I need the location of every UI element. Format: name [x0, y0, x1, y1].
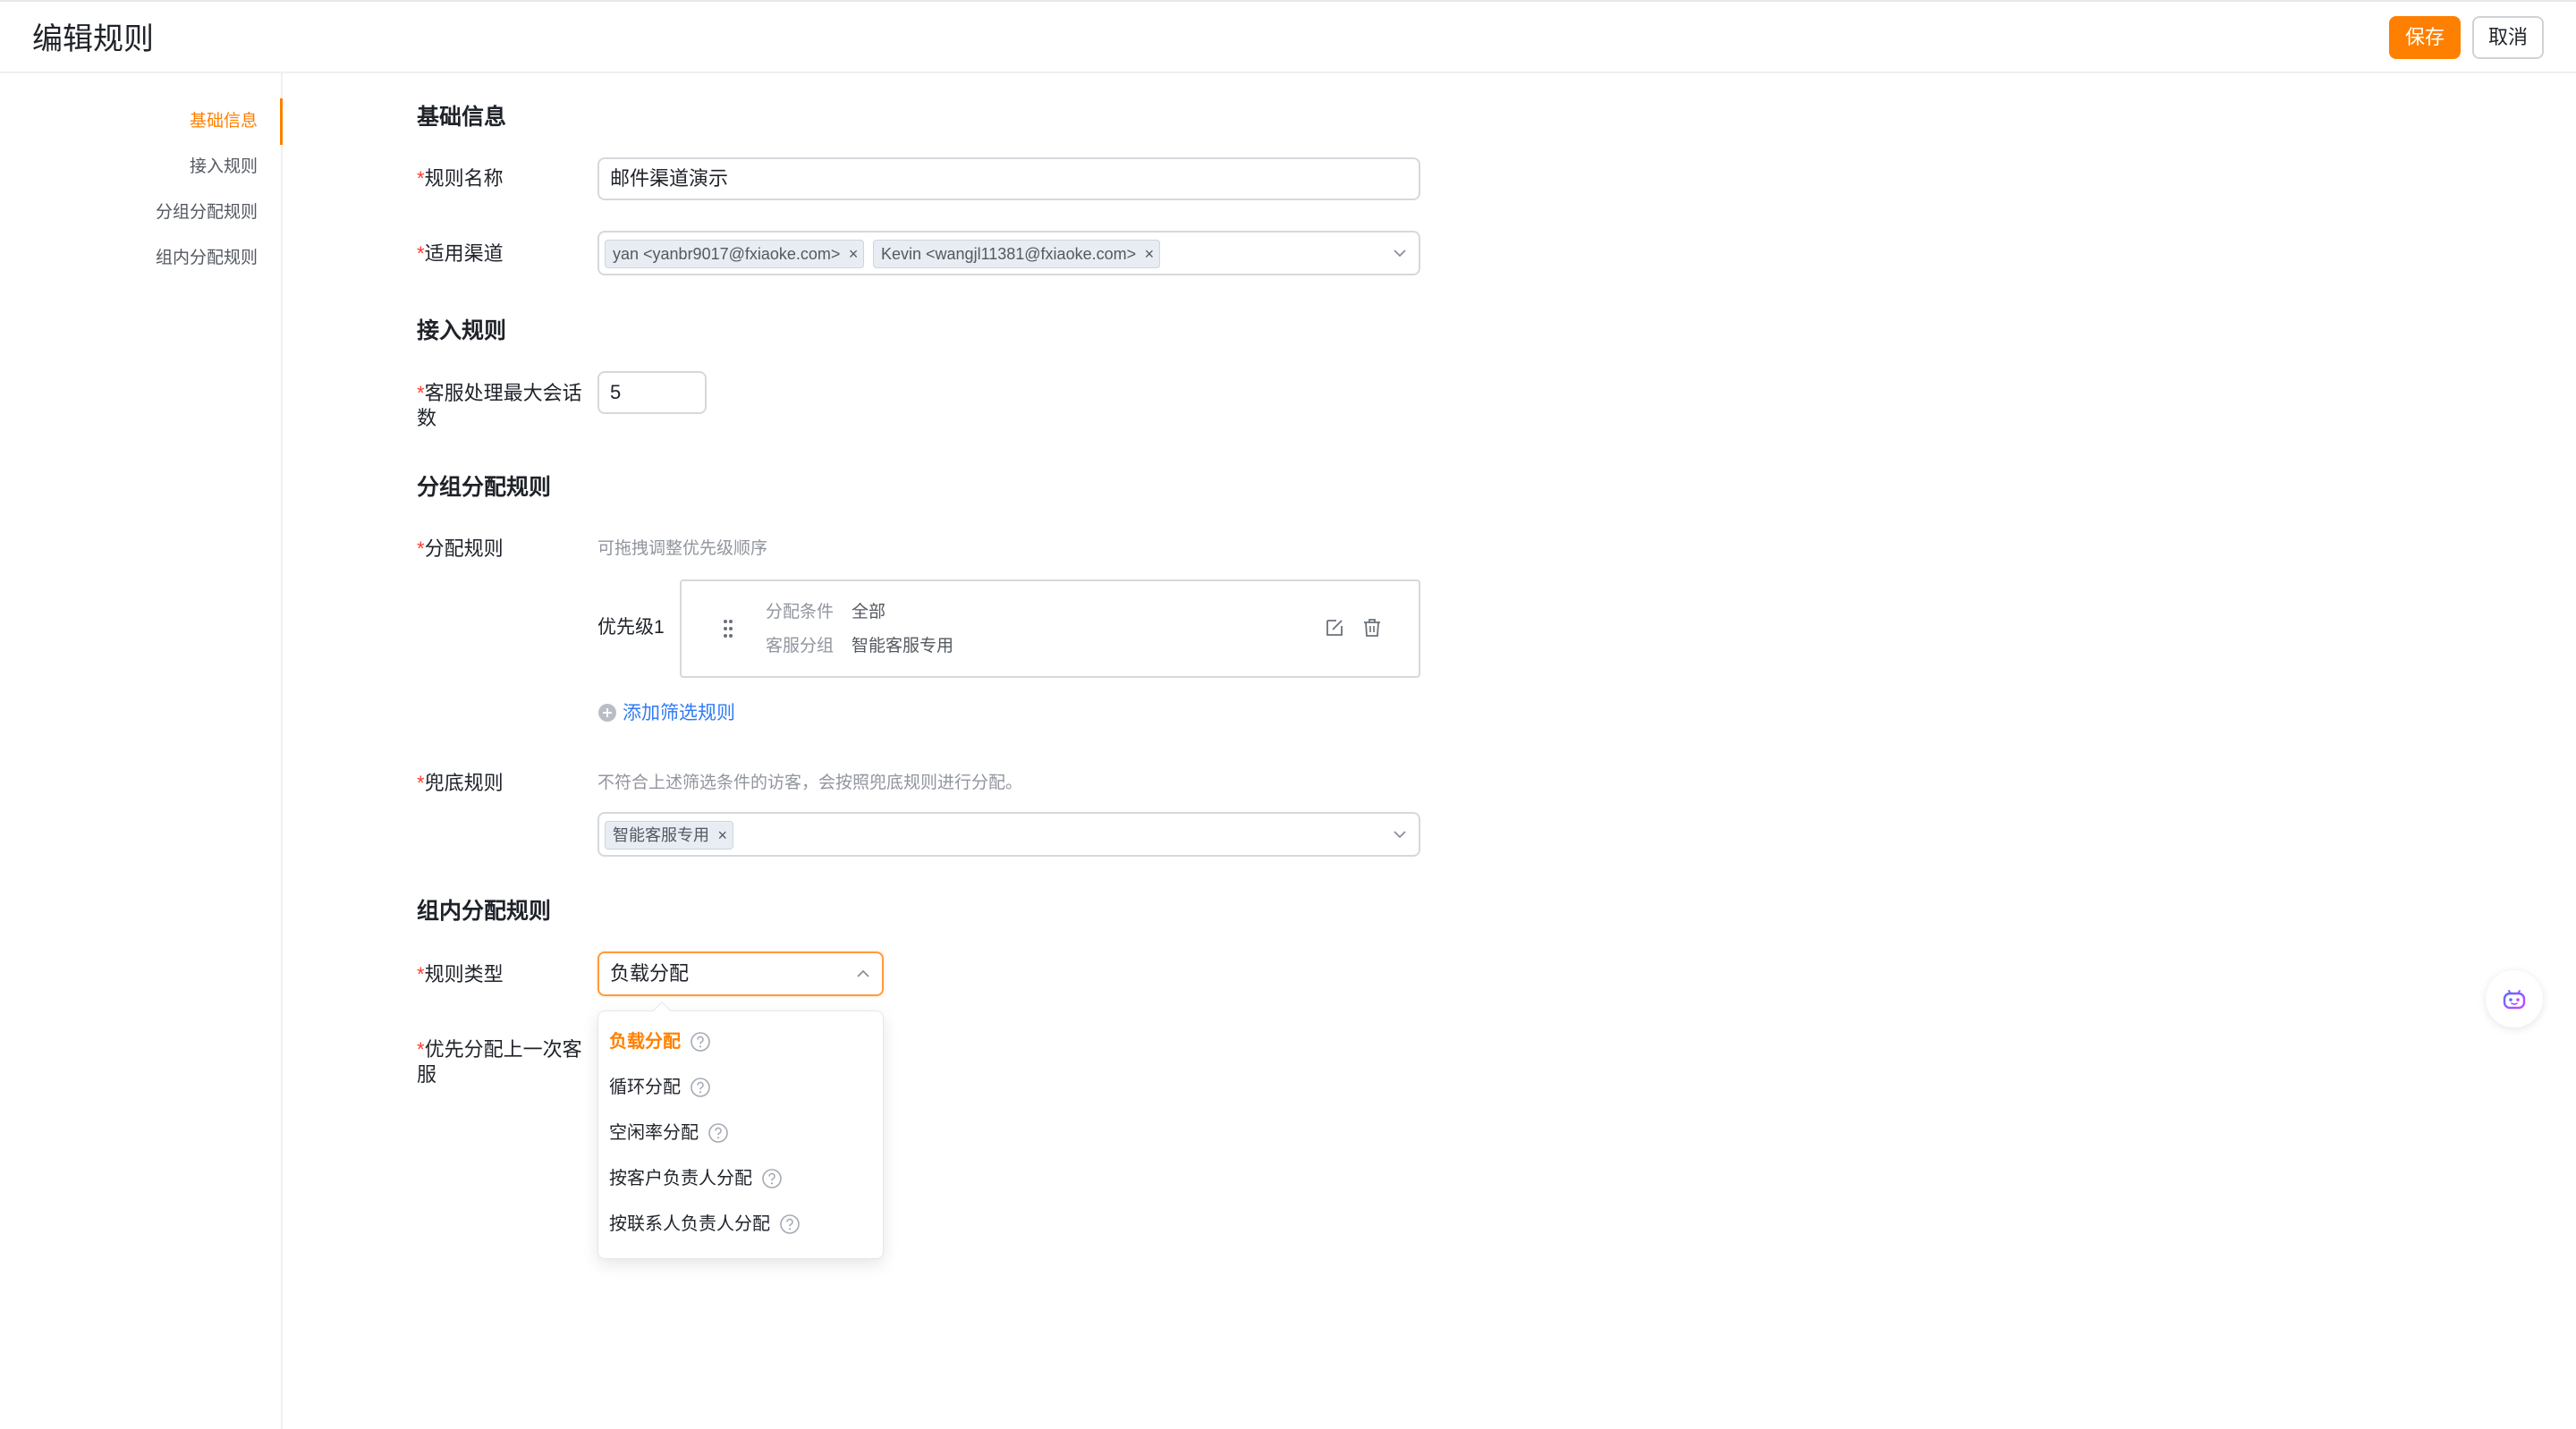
- nav-active-indicator: [280, 98, 283, 145]
- channel-tag: Kevin <wangjl11381@fxiaoke.com> ×: [873, 240, 1161, 268]
- condition-value: 全部: [852, 603, 886, 621]
- trash-icon[interactable]: [1361, 617, 1383, 638]
- section-title-basic: 基础信息: [417, 105, 507, 130]
- priority-label: 优先级1: [597, 617, 665, 638]
- max-sessions-input[interactable]: 5: [597, 371, 707, 414]
- fallback-rule-label: *兜底规则: [417, 772, 504, 794]
- fallback-tag: 智能客服专用 ×: [605, 821, 733, 850]
- option-customer-owner[interactable]: 按客户负责人分配: [609, 1161, 783, 1196]
- side-nav: 基础信息 接入规则 分组分配规则 组内分配规则: [0, 73, 283, 1429]
- rule-card[interactable]: 分配条件 全部 客服分组 智能客服专用: [680, 579, 1420, 678]
- page-title: 编辑规则: [32, 22, 154, 56]
- rule-type-dropdown: 负载分配 循环分配 空闲率分配 按客户负责人分配 按联系人负责人分配: [597, 1002, 884, 1259]
- prefer-last-agent-label: *优先分配上一次客服: [417, 1038, 582, 1086]
- rule-name-input[interactable]: 邮件渠道演示: [597, 157, 1420, 200]
- assign-rule-hint: 可拖拽调整优先级顺序: [597, 539, 768, 558]
- save-button[interactable]: 保存: [2389, 16, 2461, 59]
- max-sessions-label: *客服处理最大会话数: [417, 382, 582, 429]
- question-icon[interactable]: [690, 1077, 711, 1098]
- chevron-down-icon: [1394, 831, 1406, 839]
- channel-tag: yan <yanbr9017@fxiaoke.com> ×: [605, 240, 865, 268]
- channel-label: *适用渠道: [417, 242, 504, 265]
- chevron-down-icon: [1394, 249, 1406, 258]
- rule-type-select[interactable]: 负载分配: [597, 951, 884, 996]
- tag-remove-icon[interactable]: ×: [1145, 241, 1155, 267]
- tag-remove-icon[interactable]: ×: [717, 822, 727, 849]
- dropdown-arrow: [653, 1002, 671, 1019]
- question-icon[interactable]: [708, 1122, 729, 1144]
- add-filter-rule-link[interactable]: 添加筛选规则: [597, 701, 735, 726]
- option-load-balance[interactable]: 负载分配: [609, 1024, 711, 1060]
- nav-item-group-rule[interactable]: 分组分配规则: [156, 200, 258, 225]
- edit-icon[interactable]: [1324, 617, 1345, 638]
- chevron-up-icon: [857, 969, 869, 977]
- channel-select[interactable]: yan <yanbr9017@fxiaoke.com> × Kevin <wang…: [597, 231, 1420, 275]
- nav-item-access-rule[interactable]: 接入规则: [190, 155, 258, 180]
- cancel-button[interactable]: 取消: [2472, 16, 2544, 59]
- group-key: 客服分组: [766, 637, 835, 655]
- section-title-inner: 组内分配规则: [417, 899, 552, 924]
- section-title-group: 分组分配规则: [417, 475, 552, 500]
- option-contact-owner[interactable]: 按联系人负责人分配: [609, 1206, 801, 1242]
- fallback-select[interactable]: 智能客服专用 ×: [597, 812, 1420, 857]
- drag-handle-icon[interactable]: [723, 619, 733, 638]
- condition-key: 分配条件: [766, 603, 835, 621]
- section-title-access: 接入规则: [417, 318, 507, 343]
- assistant-float-button[interactable]: [2486, 970, 2543, 1027]
- rule-type-label: *规则类型: [417, 963, 504, 985]
- robot-icon: [2503, 990, 2526, 1010]
- assign-rule-label: *分配规则: [417, 537, 504, 560]
- option-idle-rate[interactable]: 空闲率分配: [609, 1115, 729, 1151]
- nav-item-basic-info[interactable]: 基础信息: [190, 109, 258, 134]
- question-icon[interactable]: [761, 1168, 783, 1189]
- option-round-robin[interactable]: 循环分配: [609, 1070, 711, 1105]
- rule-name-label: *规则名称: [417, 167, 504, 190]
- group-value: 智能客服专用: [852, 637, 954, 655]
- question-icon[interactable]: [690, 1031, 711, 1053]
- question-icon[interactable]: [779, 1213, 801, 1235]
- nav-item-inner-rule[interactable]: 组内分配规则: [156, 246, 258, 271]
- tag-remove-icon[interactable]: ×: [849, 241, 859, 267]
- plus-circle-icon: [598, 704, 616, 722]
- fallback-rule-hint: 不符合上述筛选条件的访客，会按照兜底规则进行分配。: [597, 774, 1023, 792]
- page-header: 编辑规则 保存 取消: [0, 2, 2576, 73]
